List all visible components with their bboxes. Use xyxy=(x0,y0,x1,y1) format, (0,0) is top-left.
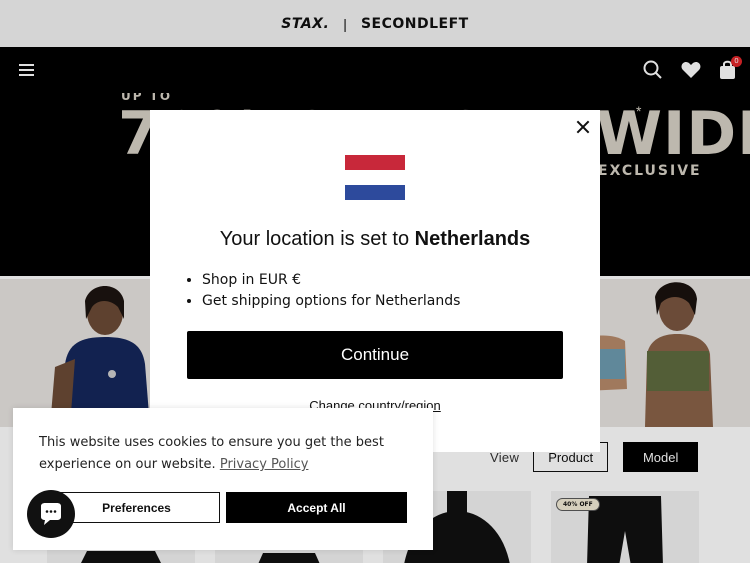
cookie-message: This website uses cookies to ensure you … xyxy=(39,432,409,476)
cookie-banner: This website uses cookies to ensure you … xyxy=(13,408,433,550)
location-modal: Your location is set to Netherlands Shop… xyxy=(150,110,600,452)
modal-title: Your location is set to Netherlands xyxy=(150,228,600,251)
modal-country-name: Netherlands xyxy=(414,228,531,250)
preferences-button[interactable]: Preferences xyxy=(53,492,220,523)
accept-all-button[interactable]: Accept All xyxy=(226,492,407,523)
netherlands-flag-icon xyxy=(345,155,405,200)
modal-title-prefix: Your location is set to xyxy=(219,228,410,250)
modal-benefits-list: Shop in EUR € Get shipping options for N… xyxy=(202,272,460,314)
chat-icon[interactable] xyxy=(27,490,75,538)
privacy-policy-link[interactable]: Privacy Policy xyxy=(220,457,309,472)
cookie-text: This website uses cookies to ensure you … xyxy=(39,435,384,472)
continue-button[interactable]: Continue xyxy=(187,331,563,379)
close-icon[interactable] xyxy=(576,120,590,134)
list-item: Get shipping options for Netherlands xyxy=(202,293,460,309)
list-item: Shop in EUR € xyxy=(202,272,460,288)
